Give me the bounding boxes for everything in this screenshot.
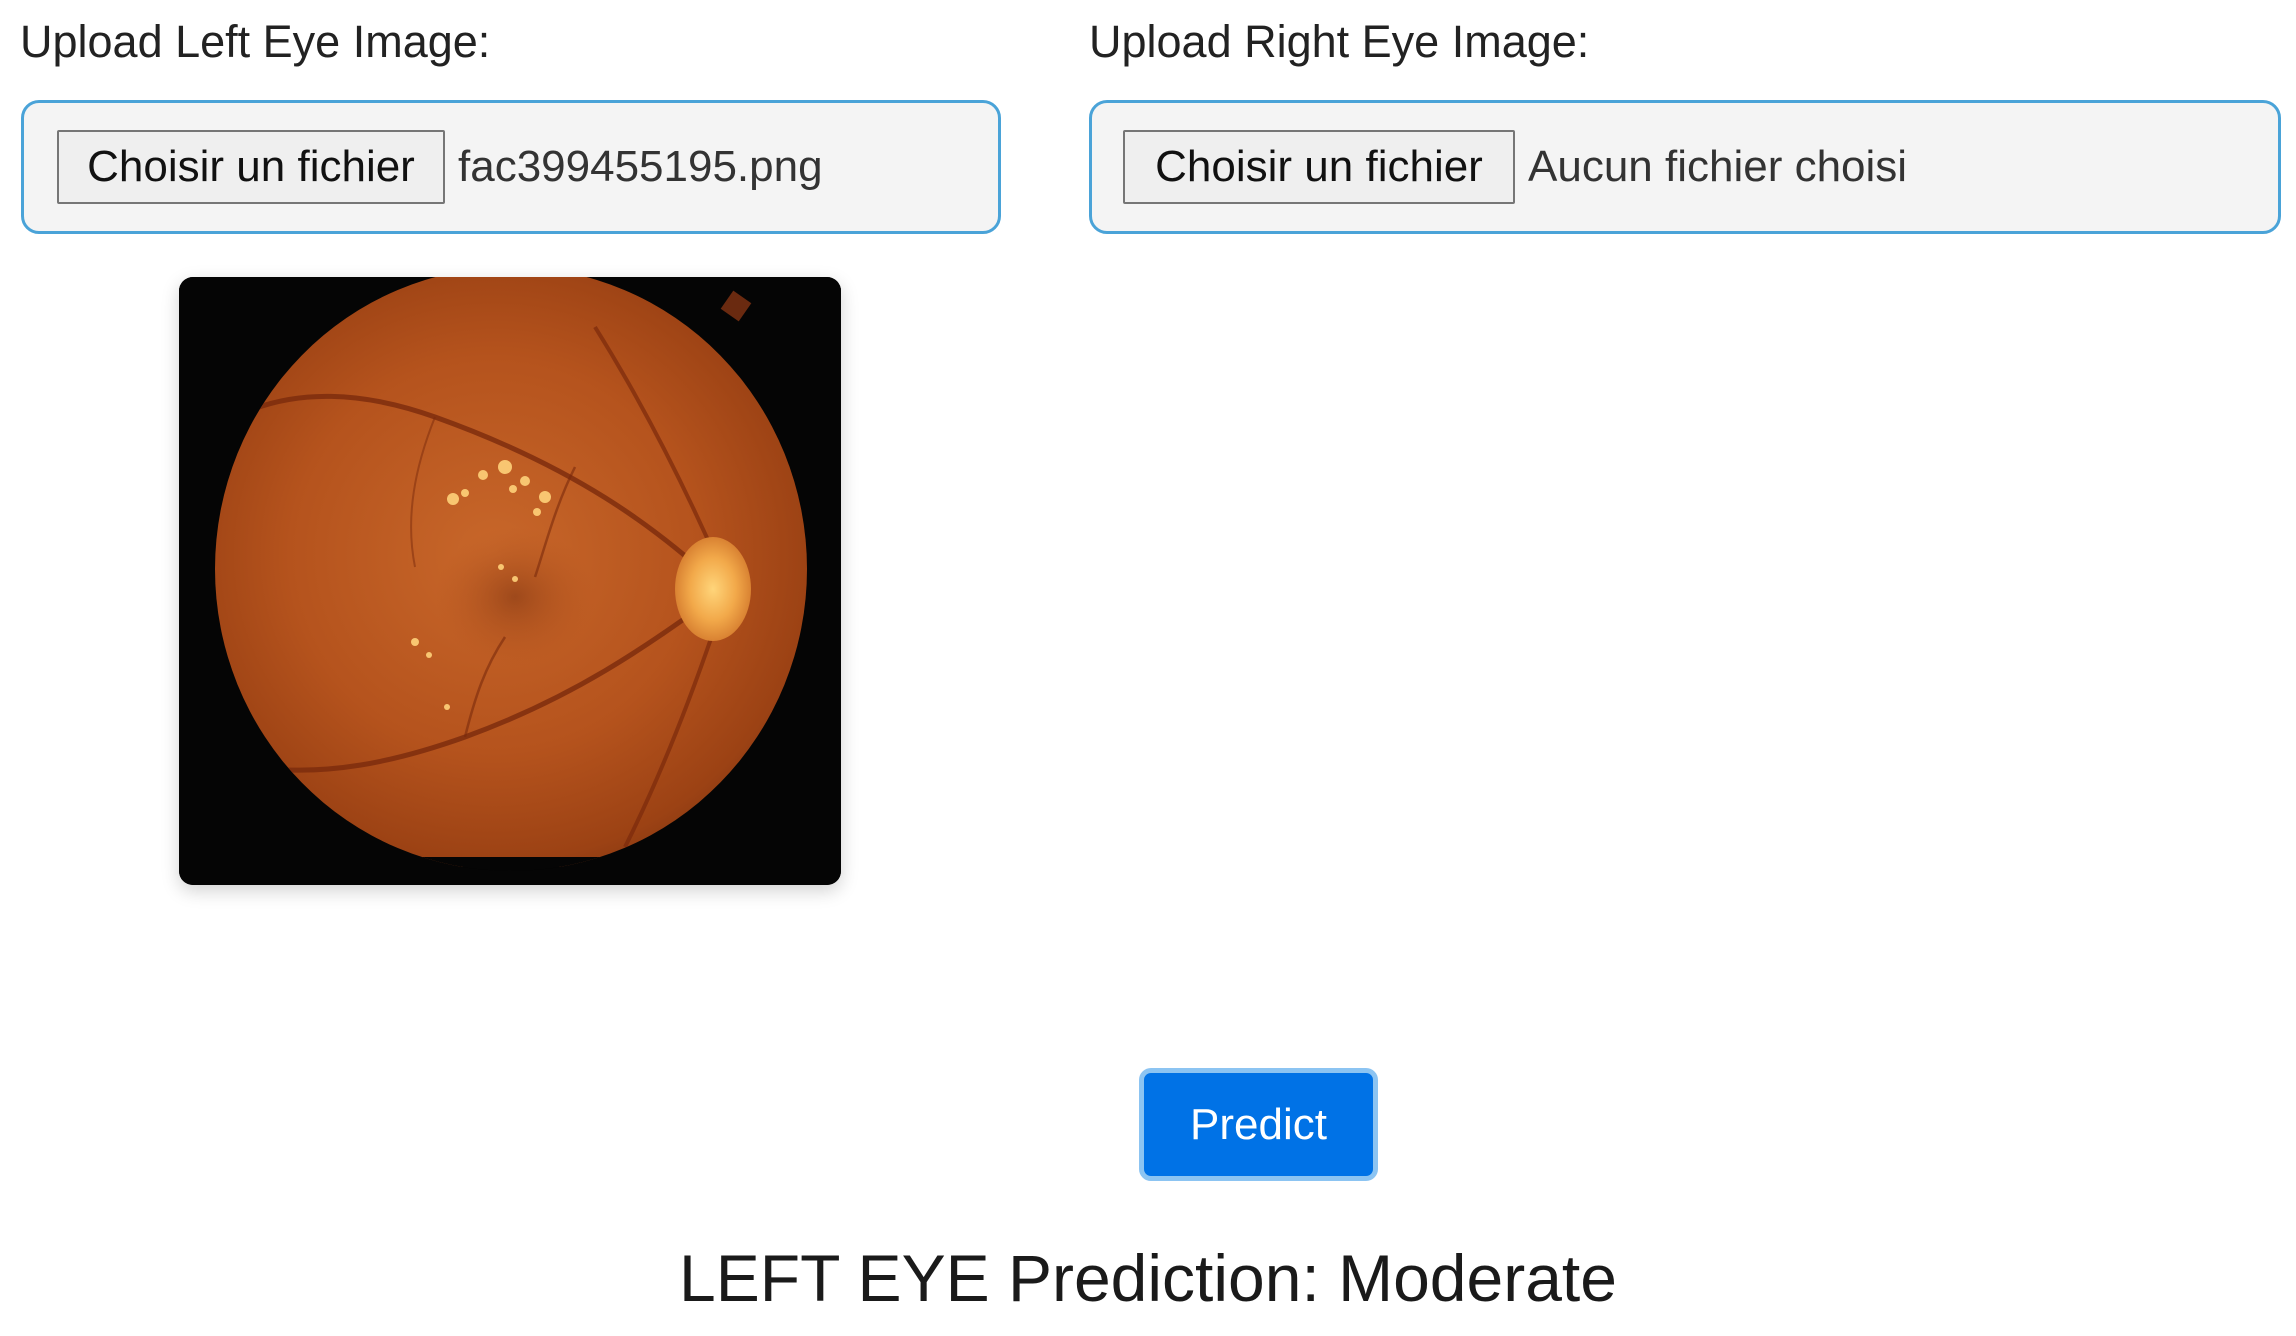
prediction-result: LEFT EYE Prediction: Moderate xyxy=(679,1241,1617,1315)
left-eye-file-input[interactable]: Choisir un fichier fac399455195.png xyxy=(21,100,1001,234)
right-eye-choose-file-button[interactable]: Choisir un fichier xyxy=(1123,130,1515,204)
page: Upload Left Eye Image: Choisir un fichie… xyxy=(0,0,2296,1336)
right-eye-file-input[interactable]: Choisir un fichier Aucun fichier choisi xyxy=(1089,100,2281,234)
right-eye-label: Upload Right Eye Image: xyxy=(1089,16,1590,67)
left-eye-choose-file-button[interactable]: Choisir un fichier xyxy=(57,130,445,204)
left-eye-label: Upload Left Eye Image: xyxy=(20,16,491,67)
retina-fundus-image xyxy=(179,277,841,885)
left-eye-file-name: fac399455195.png xyxy=(458,142,823,191)
right-eye-file-name: Aucun fichier choisi xyxy=(1528,142,1908,191)
left-eye-image-preview xyxy=(179,277,841,885)
predict-button[interactable]: Predict xyxy=(1139,1068,1378,1181)
